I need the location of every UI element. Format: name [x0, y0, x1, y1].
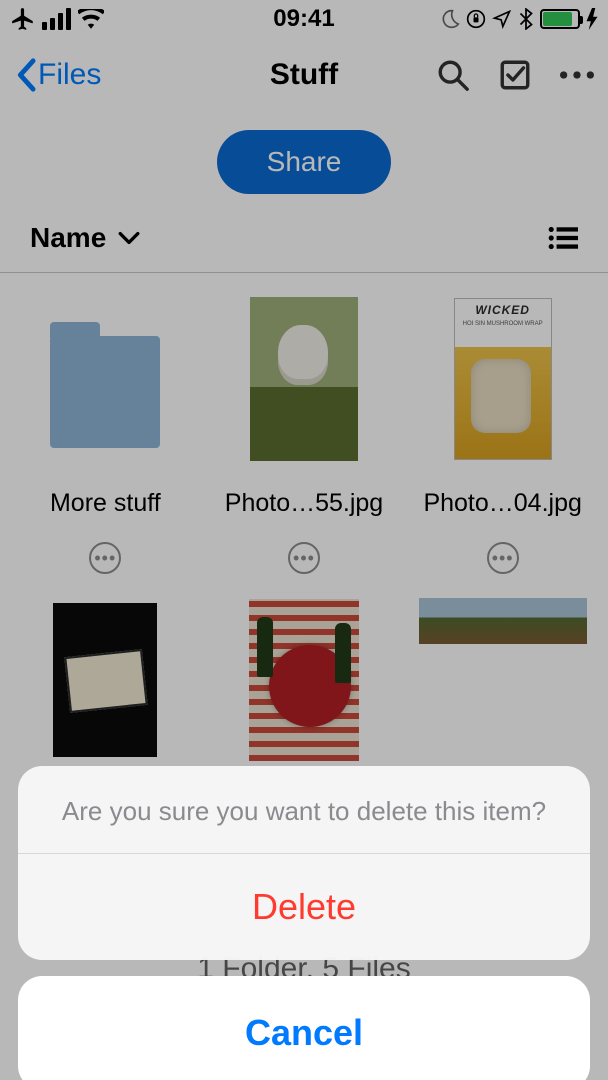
item-more-icon[interactable]: •••	[89, 542, 121, 574]
item-more-icon[interactable]: •••	[487, 542, 519, 574]
sheet-message: Are you sure you want to delete this ite…	[18, 766, 590, 854]
cancel-button[interactable]: Cancel	[18, 976, 590, 1080]
photo-thumbnail	[418, 598, 588, 644]
item-name: Photo…55.jpg	[225, 489, 383, 518]
list-view-icon[interactable]	[548, 226, 578, 250]
grid-item[interactable]	[10, 598, 201, 762]
photo-thumbnail	[249, 598, 359, 762]
page-title: Stuff	[0, 58, 608, 92]
action-sheet: Are you sure you want to delete this ite…	[18, 766, 590, 1080]
photo-thumbnail: WICKED HOI SIN MUSHROOM WRAP	[448, 297, 558, 461]
battery-icon	[540, 9, 580, 29]
item-name: More stuff	[50, 489, 161, 518]
grid-item[interactable]: WICKED HOI SIN MUSHROOM WRAP Photo…04.jp…	[407, 297, 598, 574]
grid-item[interactable]: More stuff •••	[10, 297, 201, 574]
file-grid: More stuff ••• Photo…55.jpg ••• WICKED H…	[0, 273, 608, 786]
thumb-subtitle: HOI SIN MUSHROOM WRAP	[455, 321, 551, 327]
item-more-icon[interactable]: •••	[288, 542, 320, 574]
photo-thumbnail	[249, 297, 359, 461]
sort-dropdown[interactable]: Name	[30, 222, 140, 254]
grid-item[interactable]: Photo…55.jpg •••	[209, 297, 400, 574]
sort-row: Name	[0, 222, 608, 273]
folder-icon	[50, 297, 160, 461]
action-sheet-group: Are you sure you want to delete this ite…	[18, 766, 590, 960]
thumb-brand: WICKED	[455, 303, 551, 317]
photo-thumbnail	[50, 598, 160, 762]
grid-item[interactable]	[407, 598, 598, 762]
nav-bar: Files Stuff	[0, 38, 608, 112]
delete-button[interactable]: Delete	[18, 854, 590, 960]
chevron-down-icon	[118, 231, 140, 245]
item-name: Photo…04.jpg	[423, 489, 581, 518]
screen: 09:41	[0, 0, 608, 1080]
status-bar: 09:41	[0, 0, 608, 38]
sort-label-text: Name	[30, 222, 106, 254]
share-button[interactable]: Share	[217, 130, 392, 194]
grid-item[interactable]	[209, 598, 400, 762]
status-time: 09:41	[0, 5, 608, 33]
content-layer: 09:41	[0, 0, 608, 786]
share-row: Share	[0, 112, 608, 222]
